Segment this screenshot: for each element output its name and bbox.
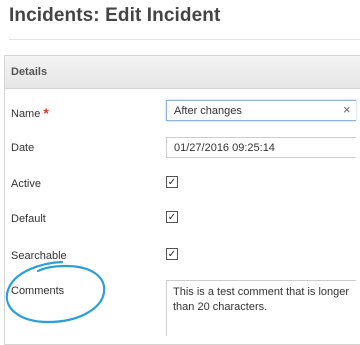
clear-icon[interactable]: × bbox=[343, 103, 351, 117]
default-label: Default bbox=[11, 213, 46, 225]
check-mark-icon: ✓ bbox=[167, 249, 177, 260]
date-label: Date bbox=[11, 142, 35, 154]
searchable-checkbox[interactable]: ✓ bbox=[166, 248, 178, 260]
name-label: Name * bbox=[11, 104, 49, 121]
active-label: Active bbox=[11, 178, 41, 190]
name-input[interactable] bbox=[166, 100, 356, 121]
title-divider bbox=[9, 39, 360, 40]
check-mark-icon: ✓ bbox=[167, 212, 177, 223]
date-input[interactable] bbox=[166, 137, 356, 158]
check-mark-icon: ✓ bbox=[167, 177, 177, 188]
comments-label: Comments bbox=[11, 285, 65, 297]
searchable-label: Searchable bbox=[11, 250, 67, 262]
comments-textarea[interactable]: This is a test comment that is longer th… bbox=[166, 280, 356, 336]
name-label-text: Name bbox=[11, 108, 41, 120]
page-title: Incidents: Edit Incident bbox=[9, 5, 221, 26]
active-checkbox[interactable]: ✓ bbox=[166, 176, 178, 188]
default-checkbox[interactable]: ✓ bbox=[166, 211, 178, 223]
panel-header: Details bbox=[5, 56, 360, 89]
required-star: * bbox=[43, 105, 49, 121]
